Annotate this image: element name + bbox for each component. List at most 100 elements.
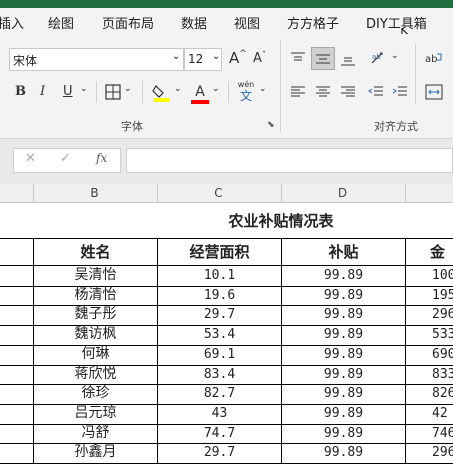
borders-button[interactable] [105,84,121,100]
increase-indent-icon [392,86,407,96]
grow-font-icon: A [229,49,240,67]
decrease-indent-icon [368,86,383,96]
chevron-down-icon: ⌄ [124,84,132,94]
font-name-select[interactable]: 宋体 ⌄ [9,48,184,71]
cell-name[interactable]: 吕元琼 [34,404,157,423]
text-orientation-icon: ab [371,52,383,64]
cell-amount-partial[interactable]: 833 [432,365,453,384]
cell-subsidy[interactable]: 99.89 [282,345,405,364]
decrease-indent-button[interactable] [368,85,384,99]
cell-area[interactable]: 53.4 [158,325,281,344]
align-right-button[interactable] [340,85,356,99]
cell-subsidy[interactable]: 99.89 [282,404,405,423]
cell-amount-partial[interactable]: 42 [432,404,453,423]
align-top-icon [291,52,305,61]
cell-area[interactable]: 43 [158,404,281,423]
cell-subsidy[interactable]: 99.89 [282,365,405,384]
shrink-font-icon: A [253,51,262,66]
align-bottom-button[interactable] [340,52,356,66]
tab-data[interactable]: 数据 [181,13,207,32]
cell-area[interactable]: 29.7 [158,443,281,462]
cell-name[interactable]: 杨清怡 [34,286,157,305]
align-top-button[interactable] [290,52,306,66]
tab-fangfang-grid[interactable]: 方方格子 [287,13,339,32]
increase-indent-button[interactable] [392,85,408,99]
tab-draw[interactable]: 绘图 [48,13,74,32]
column-header-b[interactable]: B [33,186,156,200]
orientation-button[interactable]: ab [370,50,388,66]
bold-button[interactable]: B [15,84,26,99]
sheet-title: 农业补贴情况表 [228,212,334,230]
cell-amount-partial[interactable]: 533 [432,325,453,344]
underline-button[interactable]: U [63,84,73,99]
cell-subsidy[interactable]: 99.89 [282,384,405,403]
header-area[interactable]: 经营面积 [158,243,281,262]
cell-name[interactable]: 吴清怡 [34,266,157,285]
cell-area[interactable]: 69.1 [158,345,281,364]
header-name[interactable]: 姓名 [34,243,157,262]
cell-name[interactable]: 徐珍 [34,384,157,403]
cell-area[interactable]: 10.1 [158,266,281,285]
italic-button[interactable]: I [40,84,45,99]
cell-name[interactable]: 魏访枫 [34,325,157,344]
cell-amount-partial[interactable]: 690 [432,345,453,364]
chevron-down-icon: ⌄ [391,51,399,61]
tab-diy-toolbox[interactable]: DIY工具箱 [366,13,427,32]
cell-name[interactable]: 蒋欣悦 [34,365,157,384]
svg-text:ab: ab [372,53,381,61]
cell-area[interactable]: 19.6 [158,286,281,305]
column-header-c[interactable]: C [157,186,280,200]
cell-amount-partial[interactable]: 195 [432,286,453,305]
align-left-icon [291,86,305,97]
tab-view[interactable]: 视图 [234,13,260,32]
cell-amount-partial[interactable]: 296 [432,443,453,462]
cell-amount-partial[interactable]: 826 [432,384,453,403]
header-subsidy[interactable]: 补贴 [282,243,405,262]
wrap-text-button[interactable]: ab [425,50,443,66]
cell-area[interactable]: 82.7 [158,384,281,403]
cell-area[interactable]: 83.4 [158,365,281,384]
ribbon: 宋体 ⌄ 12 ⌄ A^ Aˇ B I U ⌄ ⌄ ⌄ A ⌄ wén 文 ⌄ … [0,34,453,139]
font-size-select[interactable]: 12 ⌄ [184,48,222,71]
phonetic-guide-button[interactable]: wén 文 [236,80,256,103]
cell-area[interactable]: 74.7 [158,424,281,443]
font-group-label: 字体 [121,120,143,133]
cell-name[interactable]: 冯舒 [34,424,157,443]
cell-subsidy[interactable]: 99.89 [282,305,405,324]
cell-amount-partial[interactable]: 746 [432,424,453,443]
cell-amount-partial[interactable]: 296 [432,305,453,324]
align-center-button[interactable] [315,85,331,99]
paint-bucket-icon [152,85,169,102]
column-header-d[interactable]: D [281,186,404,200]
cell-subsidy[interactable]: 99.89 [282,325,405,344]
merge-center-icon [425,84,443,100]
cell-name[interactable]: 魏子彤 [34,305,157,324]
enter-icon[interactable]: ✓ [60,151,71,166]
dialog-launcher-icon[interactable]: ⬊ [267,120,275,130]
cell-subsidy[interactable]: 99.89 [282,424,405,443]
cell-area[interactable]: 29.7 [158,305,281,324]
cell-amount-partial[interactable]: 100 [432,266,453,285]
font-color-button[interactable]: A [191,81,209,104]
font-color-icon: A [195,84,205,100]
merge-center-button[interactable] [425,84,443,100]
column-header-row: B C D [0,184,453,203]
header-amount-partial[interactable]: 金 [430,243,453,262]
align-bottom-icon [341,57,355,66]
title-bar-strip [0,0,453,8]
tab-page-layout[interactable]: 页面布局 [102,13,154,32]
tab-insert[interactable]: 插入 [0,13,24,32]
cell-name[interactable]: 何琳 [34,345,157,364]
cell-subsidy[interactable]: 99.89 [282,443,405,462]
align-middle-button[interactable] [311,47,335,70]
formula-input[interactable] [126,148,453,173]
grow-font-button[interactable]: A^ [229,49,247,67]
align-left-button[interactable] [290,85,306,99]
shrink-font-button[interactable]: Aˇ [253,51,266,66]
cancel-icon[interactable]: ✕ [25,151,36,166]
cell-name[interactable]: 孙鑫月 [34,443,157,462]
cell-subsidy[interactable]: 99.89 [282,266,405,285]
cell-subsidy[interactable]: 99.89 [282,286,405,305]
insert-function-icon[interactable]: fx [96,151,107,165]
fill-color-button[interactable] [152,83,170,103]
